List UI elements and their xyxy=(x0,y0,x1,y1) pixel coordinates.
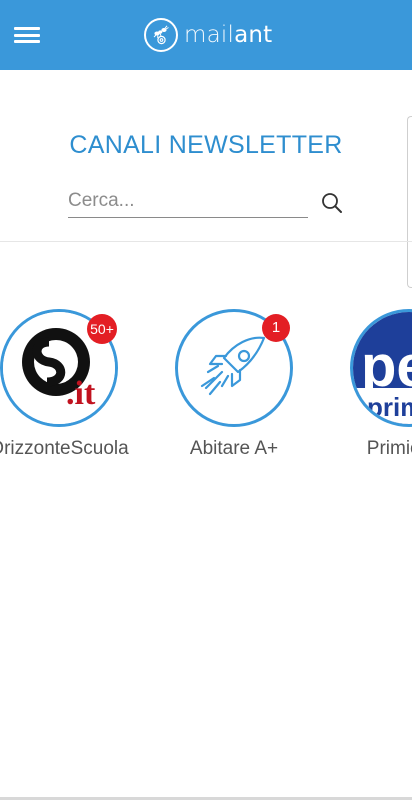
top-app-bar: mailant xyxy=(0,0,412,70)
unread-badge: 50+ xyxy=(87,314,117,344)
channel-item-orizzontescuola[interactable]: .it 50+ OrizzonteScuola xyxy=(0,309,147,469)
mailant-logo: mailant xyxy=(144,17,272,53)
logo-wordmark: mailant xyxy=(184,17,272,53)
hamburger-menu-icon[interactable] xyxy=(14,27,40,45)
channel-item-primicerio[interactable]: pe primi Primicerio xyxy=(321,309,412,469)
channel-name: Primicerio xyxy=(366,438,412,459)
search-icon[interactable] xyxy=(320,191,344,215)
header-divider xyxy=(0,241,412,242)
channel-avatar[interactable]: pe primi xyxy=(350,309,412,427)
unread-badge: 1 xyxy=(262,314,290,342)
svg-text:primi: primi xyxy=(367,392,412,422)
logo-text-mail: mail xyxy=(184,22,235,48)
page-title: CANALI NEWSLETTER xyxy=(69,131,343,159)
logo-text-ant: ant xyxy=(234,22,273,48)
svg-text:pe: pe xyxy=(361,334,412,399)
search-field xyxy=(68,186,308,218)
svg-text:.it: .it xyxy=(66,375,96,412)
search-input[interactable] xyxy=(68,186,308,216)
ant-at-icon xyxy=(144,18,178,52)
channel-item-abitare[interactable]: 1 Abitare A+ xyxy=(146,309,322,469)
app-screen: mailant CANALI NEWSLETTER .it 50+ Orizzo… xyxy=(0,0,412,800)
pe-primi-logo: pe primi xyxy=(353,312,412,424)
